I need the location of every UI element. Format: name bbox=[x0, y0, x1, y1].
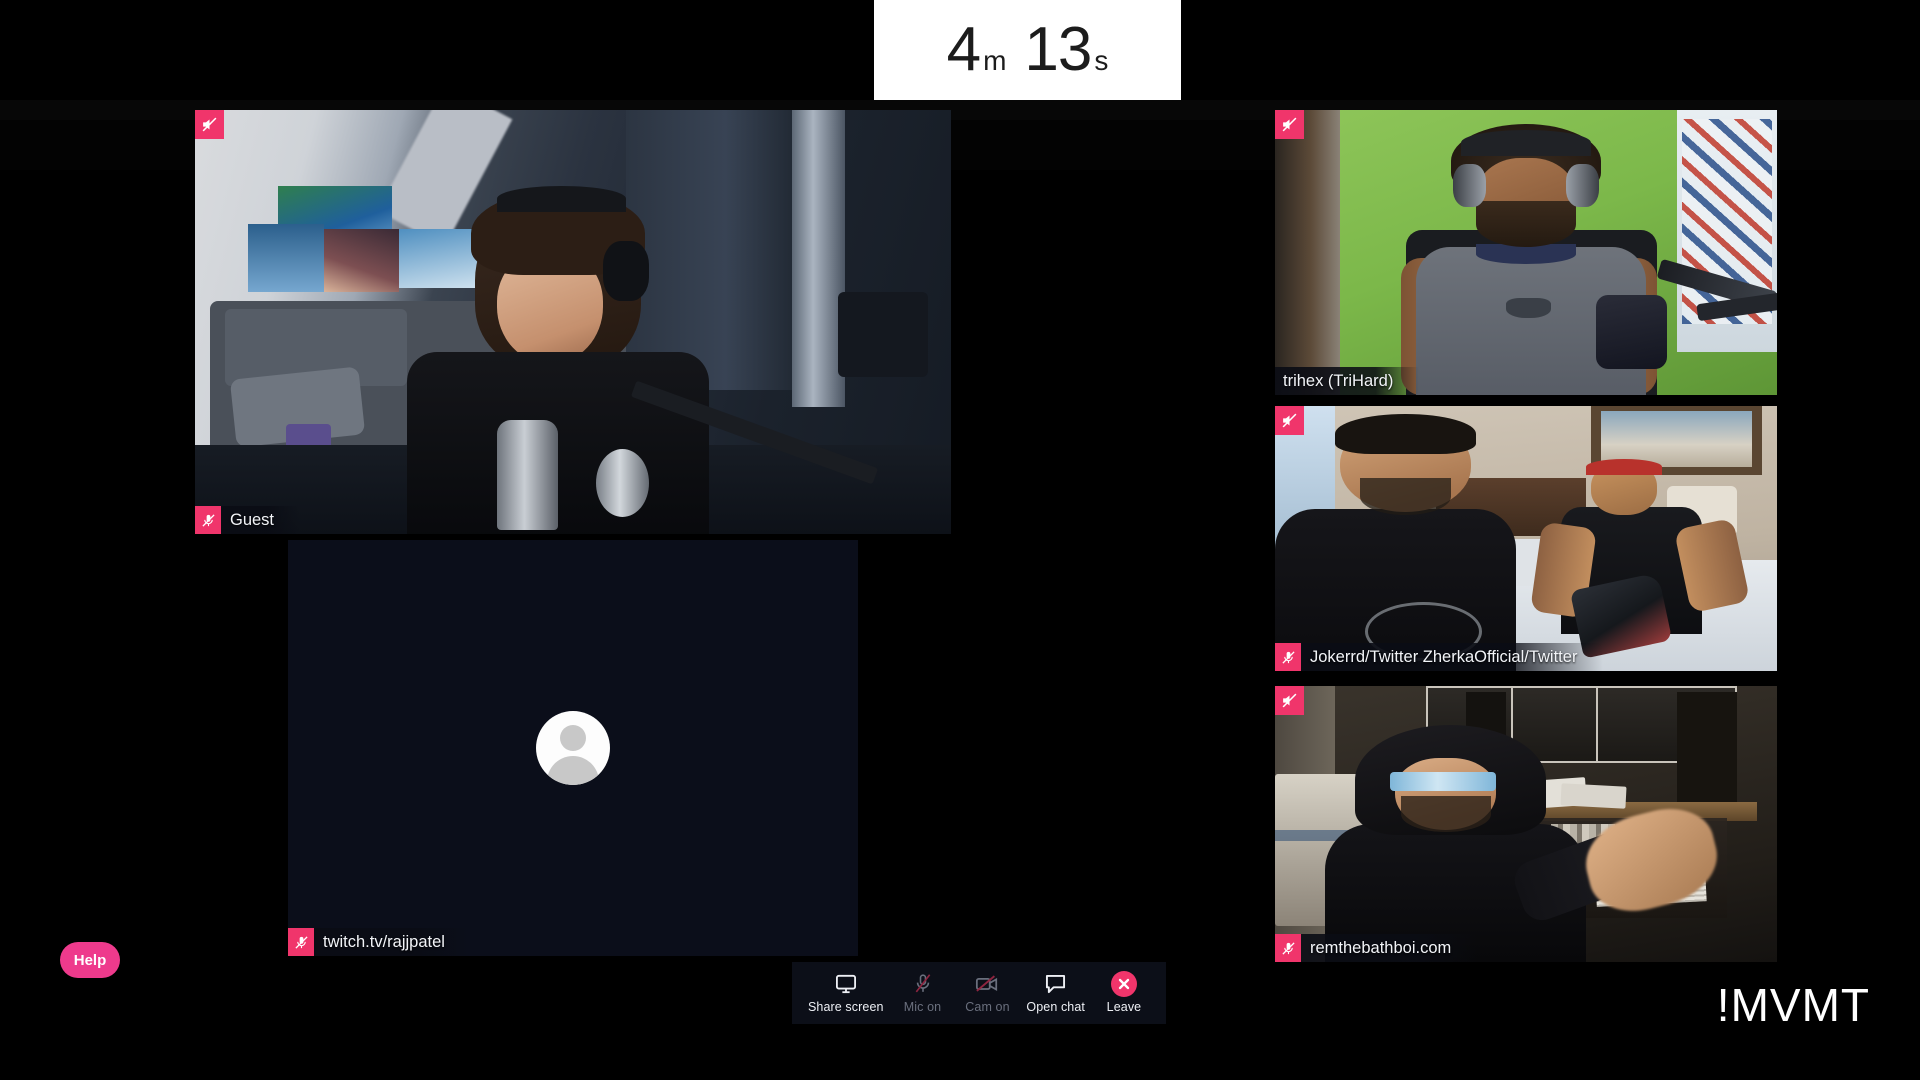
video-tile-rajjpatel[interactable]: twitch.tv/rajjpatel bbox=[288, 540, 858, 956]
open-chat-button[interactable]: Open chat bbox=[1026, 973, 1085, 1014]
participant-label-jokerrd: Jokerrd/Twitter ZherkaOfficial/Twitter bbox=[1275, 643, 1604, 671]
mic-toggle-button[interactable]: Mic on bbox=[897, 973, 949, 1014]
call-toolbar: Share screen Mic on Cam on Open chat Lea… bbox=[792, 962, 1166, 1024]
open-chat-label: Open chat bbox=[1026, 999, 1085, 1014]
timer-seconds-unit: s bbox=[1094, 45, 1109, 76]
video-call-stage: 4 m 13 s Guest twitch.tv/rajjpatel trihe… bbox=[0, 0, 1920, 1080]
participant-label-rajjpatel: twitch.tv/rajjpatel bbox=[288, 928, 471, 956]
share-screen-button[interactable]: Share screen bbox=[808, 973, 884, 1014]
monitor-icon bbox=[835, 973, 857, 995]
default-avatar-icon bbox=[288, 540, 858, 956]
mic-muted-icon bbox=[913, 973, 933, 995]
timer-minutes-unit: m bbox=[983, 45, 1007, 76]
video-tile-trihex[interactable]: trihex (TriHard) bbox=[1275, 110, 1777, 395]
video-tile-jokerrd[interactable]: Jokerrd/Twitter ZherkaOfficial/Twitter bbox=[1275, 406, 1777, 671]
video-tile-guest[interactable]: Guest bbox=[195, 110, 951, 534]
speaker-muted-icon[interactable] bbox=[1275, 686, 1304, 715]
share-screen-label: Share screen bbox=[808, 999, 884, 1014]
close-x-icon bbox=[1110, 970, 1137, 997]
timer-seconds-value: 13 bbox=[1024, 15, 1092, 84]
cam-toggle-label: Cam on bbox=[965, 999, 1010, 1014]
cam-toggle-button[interactable]: Cam on bbox=[961, 973, 1013, 1014]
mic-toggle-label: Mic on bbox=[903, 999, 942, 1014]
mvmt-watermark: !MVMT bbox=[1716, 979, 1870, 1031]
camera-muted-icon bbox=[975, 973, 999, 995]
participant-label-remthebathboi: remthebathboi.com bbox=[1275, 934, 1478, 962]
video-feed-trihex bbox=[1275, 110, 1777, 395]
mic-muted-icon bbox=[1275, 934, 1301, 962]
video-feed-guest bbox=[195, 110, 951, 534]
leave-call-button[interactable]: Leave bbox=[1098, 970, 1150, 1014]
participant-label-trihex: trihex (TriHard) bbox=[1275, 367, 1420, 395]
speaker-muted-icon[interactable] bbox=[1275, 406, 1304, 435]
participant-name: twitch.tv/rajjpatel bbox=[323, 932, 445, 951]
participant-label-guest: Guest bbox=[195, 506, 301, 534]
speaker-muted-icon[interactable] bbox=[195, 110, 224, 139]
video-feed-remthebathboi bbox=[1275, 686, 1777, 962]
video-tile-remthebathboi[interactable]: remthebathboi.com bbox=[1275, 686, 1777, 962]
video-feed-jokerrd bbox=[1275, 406, 1777, 671]
timer-seconds-group: 13 s bbox=[1024, 19, 1108, 81]
timer-minutes-group: 4 m bbox=[947, 19, 1007, 81]
leave-call-label: Leave bbox=[1106, 999, 1142, 1014]
speaker-muted-icon[interactable] bbox=[1275, 110, 1304, 139]
timer-minutes-value: 4 bbox=[946, 15, 981, 84]
mic-muted-icon bbox=[195, 506, 221, 534]
participant-name: Guest bbox=[230, 510, 275, 529]
participant-name: Jokerrd/Twitter ZherkaOfficial/Twitter bbox=[1310, 647, 1578, 666]
call-timer: 4 m 13 s bbox=[874, 0, 1181, 100]
help-button[interactable]: Help bbox=[60, 942, 120, 978]
speech-bubble-icon bbox=[1045, 973, 1066, 995]
mic-muted-icon bbox=[1275, 643, 1301, 671]
participant-name: remthebathboi.com bbox=[1310, 938, 1452, 957]
mic-muted-icon bbox=[288, 928, 314, 956]
participant-name: trihex (TriHard) bbox=[1283, 371, 1394, 390]
